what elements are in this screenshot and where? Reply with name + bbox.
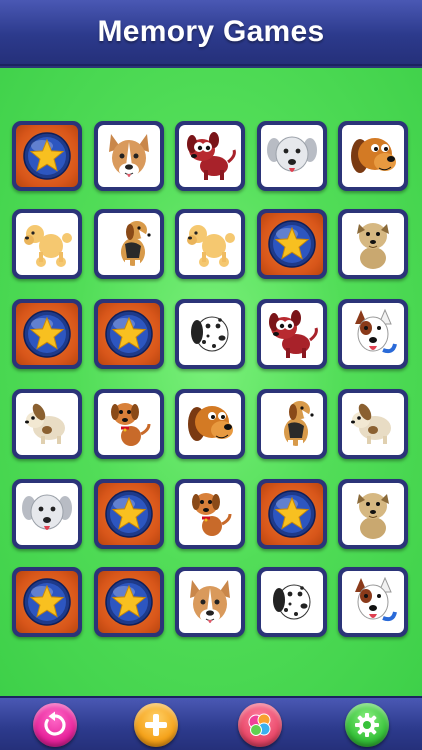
card-gray-dog[interactable] — [12, 479, 82, 549]
card-back[interactable] — [12, 567, 82, 637]
card-back[interactable] — [94, 479, 164, 549]
star-icon — [261, 213, 323, 275]
card-dalmatian-dog[interactable] — [257, 567, 327, 637]
pitbull-dog-image — [179, 571, 241, 633]
bull-terrier-image — [342, 303, 404, 365]
beagle-dog-image — [261, 393, 323, 455]
beagle-dog-image — [98, 213, 160, 275]
card-floppy-dog[interactable] — [338, 389, 408, 459]
card-tan-terrier[interactable] — [338, 479, 408, 549]
card-pitbull-dog[interactable] — [94, 121, 164, 191]
dalmatian-dog-image — [261, 571, 323, 633]
game-center-icon — [248, 713, 271, 736]
card-back[interactable] — [94, 299, 164, 369]
gear-icon — [355, 713, 379, 737]
card-brown-hound[interactable] — [175, 389, 245, 459]
red-dog-image — [179, 125, 241, 187]
card-poodle-dog[interactable] — [12, 209, 82, 279]
card-back[interactable] — [12, 121, 82, 191]
floppy-dog-image — [342, 393, 404, 455]
refresh-icon — [44, 711, 66, 736]
card-red-puppy[interactable] — [175, 479, 245, 549]
card-floppy-dog[interactable] — [12, 389, 82, 459]
tan-terrier-image — [342, 483, 404, 545]
plus-icon — [145, 714, 167, 736]
star-icon — [16, 571, 78, 633]
card-brown-hound[interactable] — [338, 121, 408, 191]
page-title: Memory Games — [97, 15, 325, 48]
settings-button[interactable] — [345, 703, 389, 747]
card-red-puppy[interactable] — [94, 389, 164, 459]
pitbull-dog-image — [98, 125, 160, 187]
star-icon — [98, 303, 160, 365]
card-bull-terrier[interactable] — [338, 299, 408, 369]
restart-button[interactable] — [33, 703, 77, 747]
floppy-dog-image — [16, 393, 78, 455]
brown-hound-image — [179, 393, 241, 455]
card-back[interactable] — [12, 299, 82, 369]
card-poodle-dog[interactable] — [175, 209, 245, 279]
star-icon — [98, 571, 160, 633]
game-board — [0, 68, 422, 696]
gray-dog-image — [261, 125, 323, 187]
card-back[interactable] — [257, 479, 327, 549]
bull-terrier-image — [342, 571, 404, 633]
card-back[interactable] — [94, 567, 164, 637]
card-pitbull-dog[interactable] — [175, 567, 245, 637]
red-puppy-image — [98, 393, 160, 455]
footer-toolbar — [0, 696, 422, 750]
poodle-dog-image — [179, 213, 241, 275]
card-dalmatian-dog[interactable] — [175, 299, 245, 369]
add-button[interactable] — [134, 703, 178, 747]
star-icon — [98, 483, 160, 545]
card-tan-terrier[interactable] — [338, 209, 408, 279]
card-gray-dog[interactable] — [257, 121, 327, 191]
star-icon — [16, 303, 78, 365]
game-center-button[interactable] — [238, 703, 282, 747]
dalmatian-dog-image — [179, 303, 241, 365]
red-dog-image — [261, 303, 323, 365]
card-red-dog[interactable] — [257, 299, 327, 369]
brown-hound-image — [342, 125, 404, 187]
gray-dog-image — [16, 483, 78, 545]
card-beagle-dog[interactable] — [257, 389, 327, 459]
card-red-dog[interactable] — [175, 121, 245, 191]
star-icon — [261, 483, 323, 545]
card-beagle-dog[interactable] — [94, 209, 164, 279]
red-puppy-image — [179, 483, 241, 545]
poodle-dog-image — [16, 213, 78, 275]
card-bull-terrier[interactable] — [338, 567, 408, 637]
tan-terrier-image — [342, 213, 404, 275]
card-back[interactable] — [257, 209, 327, 279]
header-bar: Memory Games — [0, 0, 422, 66]
star-icon — [16, 125, 78, 187]
